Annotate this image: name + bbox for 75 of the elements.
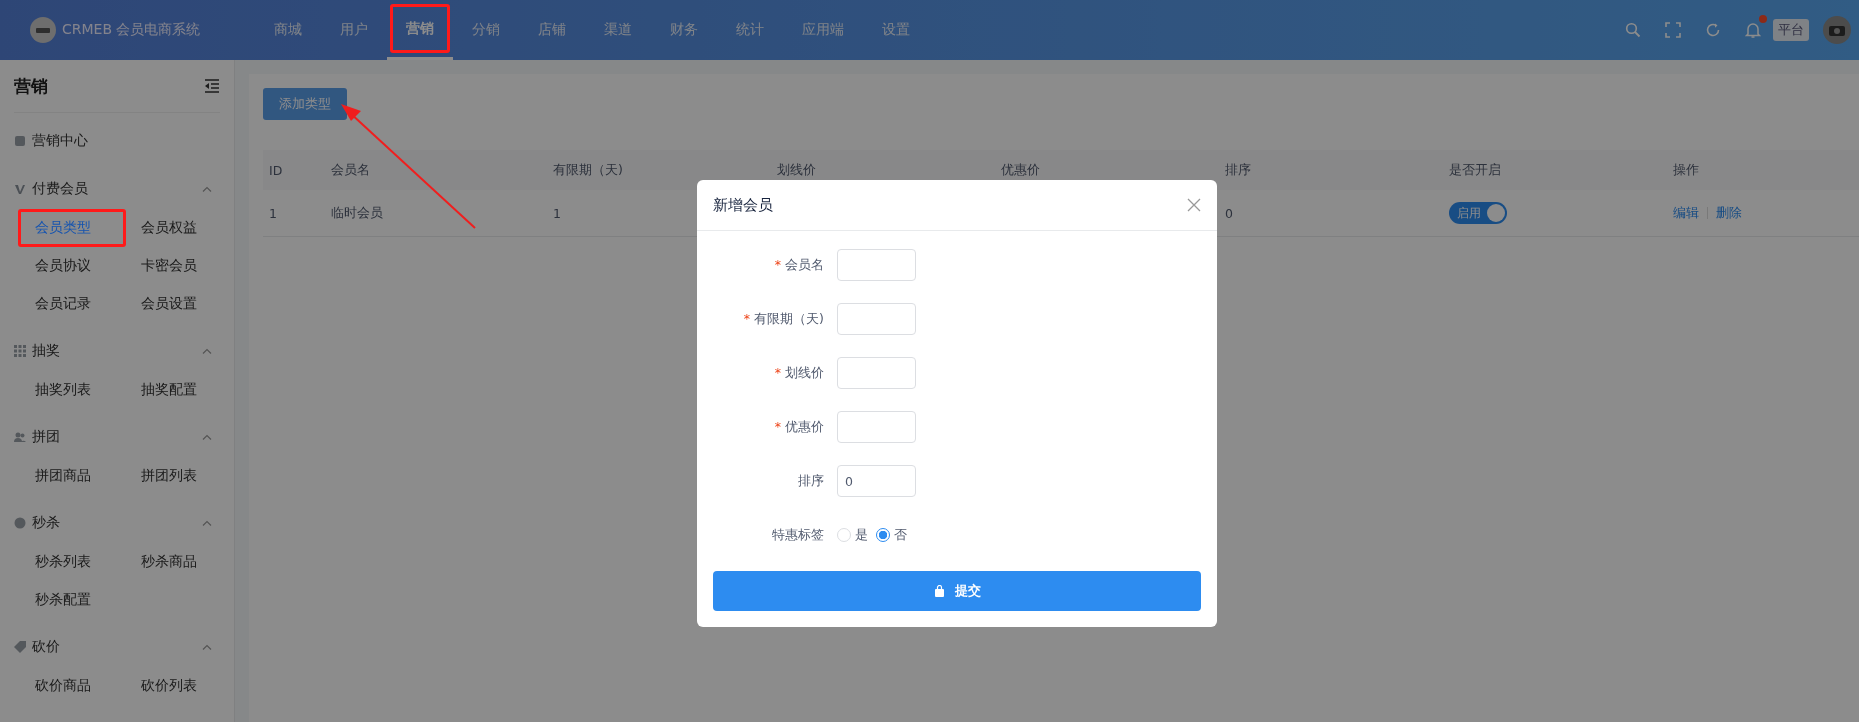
column-header: ID — [269, 162, 283, 178]
required-mark: * — [774, 364, 781, 380]
chevron-icon[interactable] — [202, 186, 212, 192]
field-label: 排序 — [798, 472, 824, 488]
close-icon[interactable] — [1187, 198, 1201, 212]
column-header: 优惠价 — [1001, 161, 1040, 177]
field-label: 优惠价 — [785, 418, 824, 434]
chevron-icon[interactable] — [202, 434, 212, 440]
required-mark: * — [774, 418, 781, 434]
menu-item[interactable]: 会员记录 — [18, 285, 126, 323]
menu-item[interactable]: 抽奖列表 — [18, 371, 126, 409]
field-label: 会员名 — [785, 256, 824, 272]
chevron-icon[interactable] — [202, 520, 212, 526]
column-header: 操作 — [1673, 161, 1699, 177]
table-cell: 临时会员 — [331, 204, 383, 220]
table-cell: 0 — [1225, 205, 1233, 221]
toggle-switch[interactable]: 启用 — [1449, 202, 1507, 224]
field-label: 特惠标签 — [772, 526, 824, 542]
menu-group-label[interactable]: 砍价 — [32, 638, 60, 656]
column-header: 划线价 — [777, 161, 816, 177]
submit-button[interactable]: 提交 — [713, 571, 1201, 611]
column-header: 有限期（天) — [553, 161, 623, 177]
dialog-title: 新增会员 — [713, 195, 773, 215]
avatar-icon[interactable] — [1823, 16, 1851, 44]
menu-item[interactable]: 抽奖配置 — [124, 371, 232, 409]
menu-item[interactable]: 会员权益 — [124, 209, 232, 247]
table-cell: 1 — [269, 205, 277, 221]
search-icon[interactable] — [1625, 22, 1641, 38]
required-mark: * — [743, 310, 751, 326]
menu-item[interactable]: 会员协议 — [18, 247, 126, 285]
radio-option[interactable]: 否 — [876, 526, 907, 544]
menu-item[interactable]: 秒杀配置 — [18, 581, 126, 619]
menu-group-label[interactable]: 付费会员 — [32, 180, 88, 198]
action-link[interactable]: 删除 — [1716, 204, 1742, 220]
input-field[interactable]: 0 — [837, 465, 916, 497]
menu-group-label[interactable]: 秒杀 — [32, 514, 60, 532]
chevron-icon[interactable] — [202, 644, 212, 650]
collapse-menu-icon[interactable] — [204, 79, 220, 93]
menu-item[interactable]: 拼团列表 — [124, 457, 232, 495]
menu-item[interactable]: 拼团商品 — [18, 457, 126, 495]
refresh-icon[interactable] — [1705, 22, 1721, 38]
column-header: 是否开启 — [1449, 161, 1501, 177]
menu-group-label[interactable]: 抽奖 — [32, 342, 60, 360]
column-header: 排序 — [1225, 161, 1251, 177]
menu-item[interactable]: 秒杀列表 — [18, 543, 126, 581]
tag-icon — [14, 641, 26, 653]
sidebar-title: 营销 — [14, 74, 48, 98]
table-cell: 1 — [553, 205, 561, 221]
fullscreen-icon[interactable] — [1665, 22, 1681, 38]
menu-group-label[interactable]: 拼团 — [32, 428, 60, 446]
people-icon — [14, 431, 26, 443]
menu-item[interactable]: 秒杀商品 — [124, 543, 232, 581]
input-field[interactable] — [837, 357, 916, 389]
radio-option[interactable]: 是 — [837, 526, 868, 544]
input-field[interactable] — [837, 249, 916, 281]
column-header: 会员名 — [331, 161, 370, 177]
action-link[interactable]: 编辑 — [1673, 204, 1699, 220]
v-letter-icon — [14, 183, 26, 195]
menu-item[interactable]: 砍价列表 — [124, 667, 232, 705]
field-label: 划线价 — [785, 364, 824, 380]
input-field[interactable] — [837, 303, 916, 335]
menu-group-label[interactable]: 营销中心 — [32, 132, 88, 150]
field-label: 有限期（天) — [754, 310, 824, 326]
square-icon — [14, 135, 26, 147]
logo-icon — [30, 17, 56, 43]
required-mark: * — [774, 256, 781, 272]
menu-item[interactable]: 会员设置 — [124, 285, 232, 323]
menu-item[interactable]: 砍价商品 — [18, 667, 126, 705]
bell-icon[interactable] — [1745, 21, 1761, 39]
role-badge: 平台 — [1773, 19, 1809, 41]
menu-item[interactable]: 卡密会员 — [124, 247, 232, 285]
logo-text: CRMEB 会员电商系统 — [62, 21, 201, 39]
grid-icon — [14, 345, 26, 357]
input-field[interactable] — [837, 411, 916, 443]
chevron-icon[interactable] — [202, 348, 212, 354]
